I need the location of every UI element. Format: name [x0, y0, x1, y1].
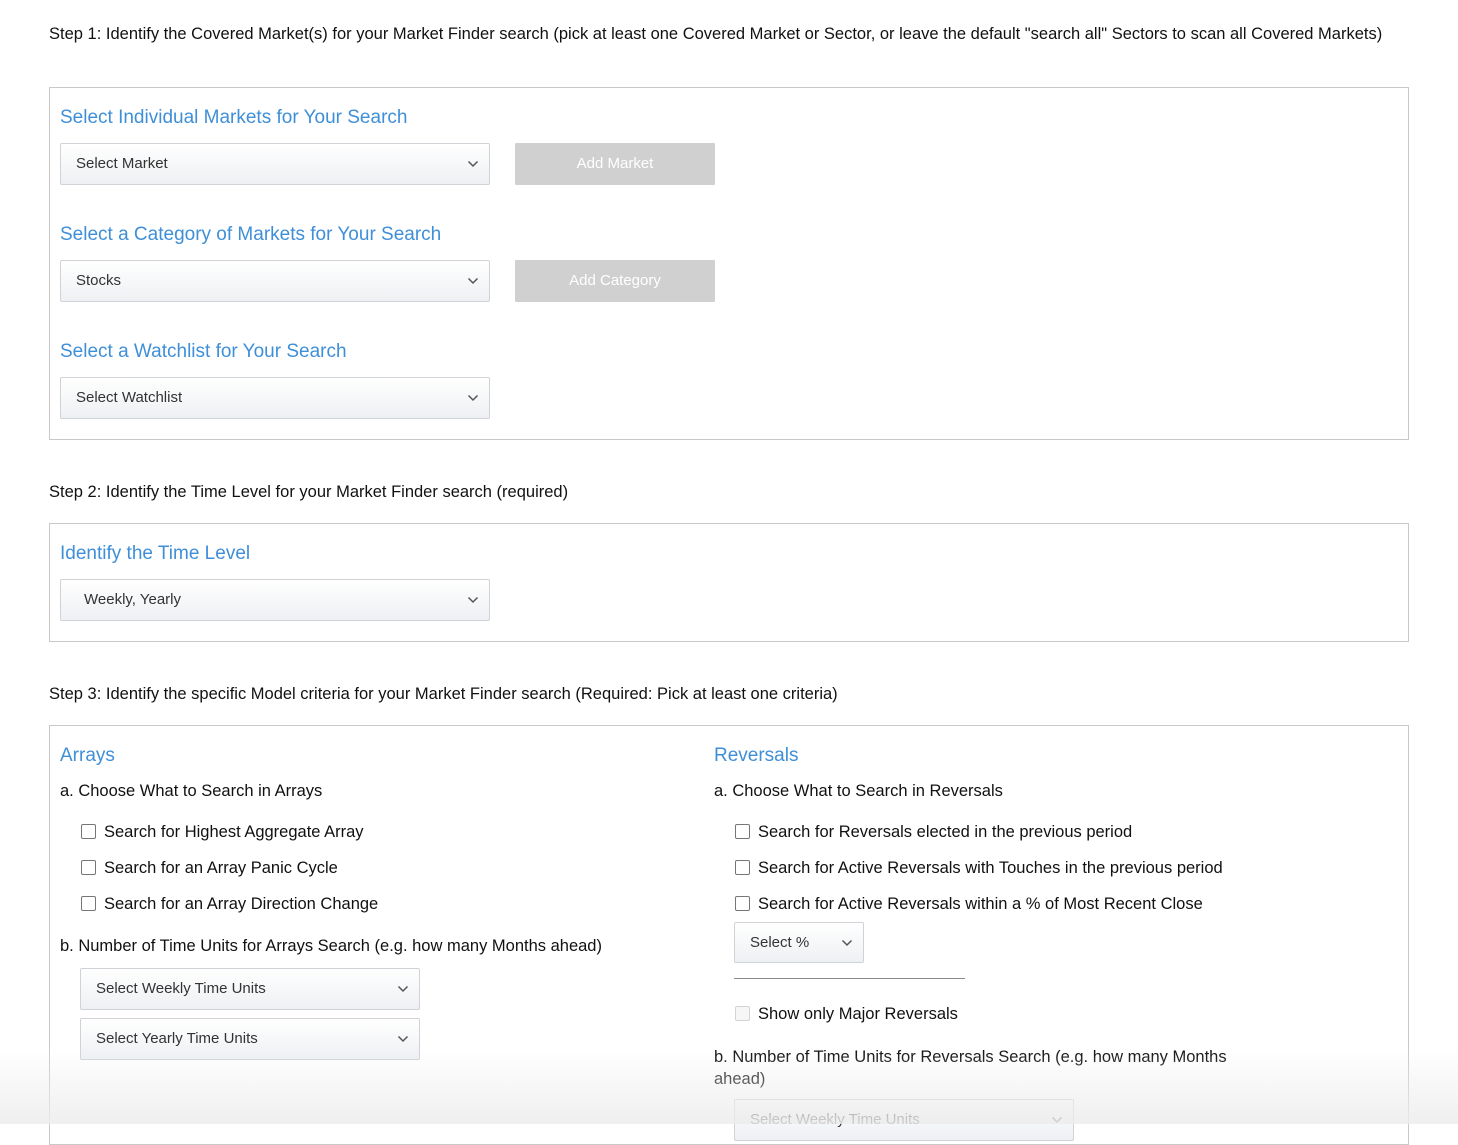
reversals-heading: Reversals: [714, 745, 799, 766]
add-category-button[interactable]: Add Category: [515, 260, 715, 302]
step1-label: Step 1:: [49, 25, 102, 43]
step2-instructions: Step 2: Identify the Time Level for your…: [49, 482, 1419, 503]
category-select-value: Stocks: [76, 272, 122, 289]
checkbox-label: Show only Major Reversals: [758, 1005, 958, 1023]
checkbox-label: Search for Highest Aggregate Array: [104, 823, 364, 841]
time-level-select-value: Weekly, Yearly: [84, 591, 181, 608]
step1-instructions: Step 1: Identify the Covered Market(s) f…: [49, 24, 1419, 45]
market-heading: Select Individual Markets for Your Searc…: [60, 107, 408, 128]
checkbox[interactable]: [81, 860, 96, 875]
step3-label: Step 3:: [49, 685, 102, 703]
checkbox[interactable]: [735, 860, 750, 875]
step3-text: Identify the specific Model criteria for…: [101, 685, 838, 703]
step3-panel: Arrays a. Choose What to Search in Array…: [49, 725, 1409, 1145]
chevron-down-icon: [467, 277, 479, 285]
arrays-weekly-units-value: Select Weekly Time Units: [96, 980, 266, 997]
chevron-down-icon: [467, 160, 479, 168]
step2-label: Step 2:: [49, 483, 102, 501]
chevron-down-icon: [467, 596, 479, 604]
category-select[interactable]: Stocks: [60, 260, 490, 302]
step3-instructions: Step 3: Identify the specific Model crit…: [49, 684, 1419, 705]
checkbox-label: Search for Active Reversals with Touches…: [758, 859, 1223, 877]
checkbox[interactable]: [81, 824, 96, 839]
checkbox-label: Search for Active Reversals within a % o…: [758, 895, 1203, 913]
market-select-value: Select Market: [76, 155, 168, 172]
reversals-weekly-units-select[interactable]: Select Weekly Time Units: [734, 1099, 1074, 1141]
percent-select-value: Select %: [750, 934, 810, 951]
category-heading: Select a Category of Markets for Your Se…: [60, 224, 442, 245]
step2-text: Identify the Time Level for your Market …: [101, 483, 569, 501]
divider: [734, 978, 965, 979]
chevron-down-icon: [467, 394, 479, 402]
checkbox-label: Search for an Array Panic Cycle: [104, 859, 338, 877]
step1-text: Identify the Covered Market(s) for your …: [101, 25, 1383, 43]
chevron-down-icon: [397, 985, 409, 993]
watchlist-select-value: Select Watchlist: [76, 389, 183, 406]
arrays-time-units-label: b. Number of Time Units for Arrays Searc…: [60, 937, 602, 955]
chevron-down-icon: [841, 939, 853, 947]
arrays-weekly-units-select[interactable]: Select Weekly Time Units: [80, 968, 420, 1010]
percent-select[interactable]: Select %: [734, 922, 864, 963]
add-market-button[interactable]: Add Market: [515, 143, 715, 185]
watchlist-heading: Select a Watchlist for Your Search: [60, 341, 347, 362]
watchlist-select[interactable]: Select Watchlist: [60, 377, 490, 419]
arrays-heading: Arrays: [60, 745, 115, 766]
reversals-choose-label: a. Choose What to Search in Reversals: [714, 782, 1003, 800]
step1-panel: Select Individual Markets for Your Searc…: [49, 87, 1409, 440]
checkbox[interactable]: [735, 824, 750, 839]
checkbox-label: Search for an Array Direction Change: [104, 895, 379, 913]
time-level-heading: Identify the Time Level: [60, 543, 251, 564]
arrays-choose-label: a. Choose What to Search in Arrays: [60, 782, 323, 800]
arrays-yearly-units-value: Select Yearly Time Units: [96, 1030, 258, 1047]
market-select[interactable]: Select Market: [60, 143, 490, 185]
checkbox[interactable]: [81, 896, 96, 911]
time-level-select[interactable]: Weekly, Yearly: [60, 579, 490, 621]
reversals-weekly-units-value: Select Weekly Time Units: [750, 1111, 920, 1128]
checkbox-label: Search for Reversals elected in the prev…: [758, 823, 1133, 841]
reversals-time-units-label: b. Number of Time Units for Reversals Se…: [714, 1048, 1227, 1088]
arrays-yearly-units-select[interactable]: Select Yearly Time Units: [80, 1018, 420, 1060]
checkbox[interactable]: [735, 1006, 750, 1021]
checkbox[interactable]: [735, 896, 750, 911]
step2-panel: Identify the Time Level Weekly, Yearly: [49, 523, 1409, 642]
chevron-down-icon: [397, 1035, 409, 1043]
